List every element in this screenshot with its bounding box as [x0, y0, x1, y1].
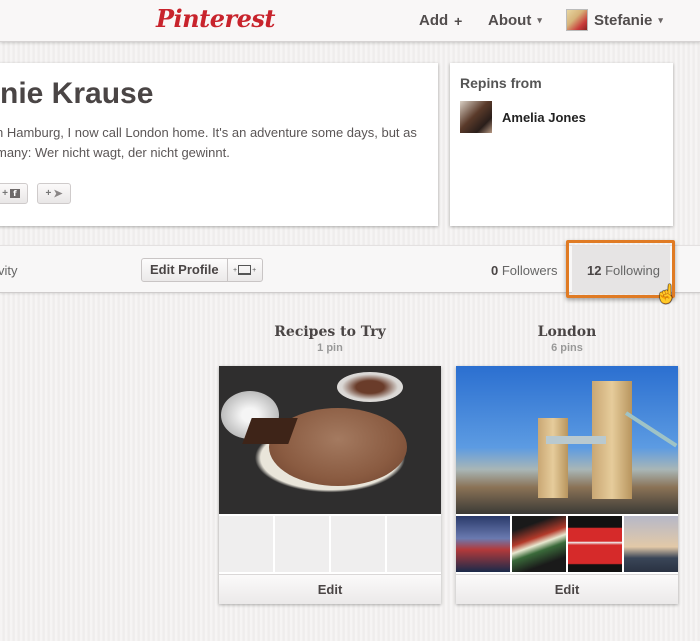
board-title: London [537, 324, 597, 340]
bio-line: many: Wer nicht wagt, der nicht gewinnt. [0, 145, 230, 160]
pin-thumbnail[interactable] [624, 516, 678, 572]
empty-thumbnail [387, 516, 441, 572]
following-label: Following [601, 263, 660, 278]
empty-thumbnail [219, 516, 273, 572]
pin-thumbnail[interactable] [568, 516, 622, 572]
board-pin-count: 1 pin [317, 342, 343, 354]
repins-card: Repins from Amelia Jones [450, 63, 673, 226]
plus-icon: + [45, 188, 52, 199]
edit-profile-group: Edit Profile + + [141, 258, 263, 282]
profile-name: nie Krause [0, 77, 154, 110]
following-count: 12 [587, 263, 602, 278]
board-cover-image[interactable] [219, 366, 441, 514]
repin-user-avatar[interactable] [460, 101, 492, 133]
twitter-icon: ➤ [53, 188, 63, 200]
pin-thumbnail[interactable] [456, 516, 510, 572]
followers-link[interactable]: 0 Followers [491, 263, 557, 278]
twitter-button[interactable]: + ➤ [37, 183, 71, 204]
profile-bio: n Hamburg, I now call London home. It's … [0, 123, 426, 163]
resize-cover-icon: + + [233, 265, 257, 275]
followers-label: Followers [498, 263, 558, 278]
board-pin-count: 6 pins [551, 342, 583, 354]
board-edit-button[interactable]: Edit [456, 574, 678, 604]
empty-thumbnail [275, 516, 329, 572]
facebook-icon: f [9, 189, 20, 198]
board-title: Recipes to Try [274, 324, 386, 340]
facebook-button[interactable]: + f [0, 183, 28, 204]
board-body: Edit [219, 366, 441, 604]
board-cover-image[interactable] [456, 366, 678, 514]
board-body: Edit [456, 366, 678, 604]
chevron-down-icon: ▾ [537, 15, 542, 25]
about-label: About [488, 12, 532, 29]
bio-line: n Hamburg, I now call London home. It's … [0, 125, 417, 140]
pin-thumbnail[interactable] [512, 516, 566, 572]
change-cover-button[interactable]: + + [228, 259, 262, 281]
board-thumbnails [456, 516, 678, 572]
repin-user-name[interactable]: Amelia Jones [502, 110, 586, 125]
user-menu[interactable]: Stefanie ▾ [566, 9, 663, 31]
board-recipes-to-try[interactable]: Recipes to Try 1 pin Edit [219, 324, 441, 604]
profile-card: nie Krause n Hamburg, I now call London … [0, 63, 438, 226]
top-header: Pinterest Add + About ▾ Stefanie ▾ [0, 0, 700, 42]
chevron-down-icon: ▾ [658, 14, 663, 25]
hand-cursor-icon: ☝ [655, 284, 678, 304]
activity-tab[interactable]: vity [0, 263, 18, 278]
pinterest-logo[interactable]: Pinterest [156, 4, 275, 33]
edit-profile-button[interactable]: Edit Profile [142, 259, 228, 281]
plus-icon: + [2, 188, 8, 199]
profile-action-bar: vity Edit Profile + + 0 Followers 12 Fol… [0, 245, 700, 294]
repins-title: Repins from [460, 75, 542, 91]
about-menu[interactable]: About ▾ [488, 12, 542, 29]
add-menu[interactable]: Add + [419, 12, 462, 29]
user-avatar [566, 9, 588, 31]
empty-thumbnail [331, 516, 385, 572]
board-edit-button[interactable]: Edit [219, 574, 441, 604]
board-thumbnails [219, 516, 441, 572]
board-london[interactable]: London 6 pins Edit [456, 324, 678, 604]
user-name: Stefanie [594, 11, 653, 29]
plus-icon: + [454, 12, 463, 29]
add-label: Add [419, 12, 449, 29]
